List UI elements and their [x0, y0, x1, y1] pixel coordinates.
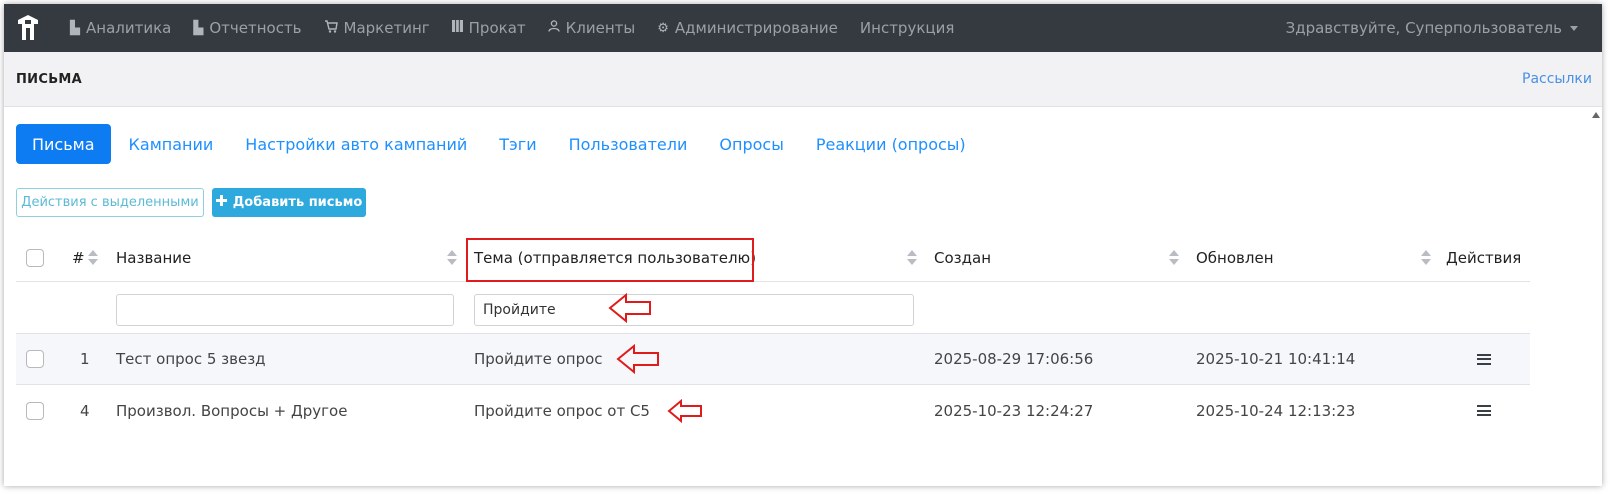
nav-item-instructions[interactable]: Инструкция — [860, 19, 954, 37]
column-header-created[interactable]: Создан — [934, 234, 991, 281]
table-row[interactable]: 4 Произвол. Вопросы + Другое Пройдите оп… — [16, 385, 1530, 436]
top-navbar: ▙ Аналитика ▙ Отчетность Маркетинг Прока… — [4, 4, 1602, 52]
nav-item-label: Отчетность — [209, 19, 302, 37]
row-subject: Пройдите опрос — [474, 350, 603, 368]
tab-survey-reactions[interactable]: Реакции (опросы) — [800, 124, 982, 164]
nav-item-label: Маркетинг — [343, 19, 430, 37]
nav-item-administration[interactable]: ⚙ Администрирование — [657, 19, 838, 37]
row-checkbox-cell — [26, 334, 44, 384]
bulk-actions-button[interactable]: Действия с выделенными — [16, 188, 204, 217]
row-subject: Пройдите опрос от С5 — [474, 401, 650, 420]
plus-icon — [215, 195, 227, 210]
sort-icon[interactable] — [447, 250, 457, 266]
annotation-arrow-icon — [608, 292, 651, 324]
user-greeting: Здравствуйте, Суперпользователь — [1285, 19, 1562, 37]
row-actions-cell — [1477, 385, 1491, 436]
app-window: ▙ Аналитика ▙ Отчетность Маркетинг Прока… — [4, 4, 1602, 486]
user-icon — [547, 20, 560, 36]
column-header-updated[interactable]: Обновлен — [1196, 234, 1274, 281]
row-created: 2025-08-29 17:06:56 — [934, 350, 1094, 368]
list-menu-icon[interactable] — [1477, 353, 1491, 365]
row-updated: 2025-10-21 10:41:14 — [1196, 350, 1356, 368]
page-title: ПИСЬМА — [16, 72, 83, 87]
nav-item-marketing[interactable]: Маркетинг — [324, 19, 430, 37]
bar-chart-icon: ▙ — [70, 20, 80, 36]
sort-icon[interactable] — [1421, 250, 1431, 266]
scroll-up-icon[interactable] — [1592, 112, 1600, 118]
add-letter-button[interactable]: Добавить письмо — [212, 188, 366, 217]
nav-item-label: Клиенты — [565, 19, 636, 37]
annotation-arrow-icon — [667, 398, 702, 424]
tab-surveys[interactable]: Опросы — [703, 124, 799, 164]
sort-icon[interactable] — [88, 250, 98, 266]
nav-item-label: Аналитика — [86, 19, 172, 37]
table-row[interactable]: 1 Тест опрос 5 звезд Пройдите опрос 2025… — [16, 334, 1530, 385]
column-header-id[interactable]: # — [72, 234, 85, 281]
tab-users[interactable]: Пользователи — [553, 124, 704, 164]
row-created: 2025-10-23 12:24:27 — [934, 401, 1094, 420]
cart-icon — [324, 19, 338, 37]
nav-item-clients[interactable]: Клиенты — [547, 19, 636, 37]
nav-item-reports[interactable]: ▙ Отчетность — [193, 19, 301, 37]
tab-auto-campaign-settings[interactable]: Настройки авто кампаний — [229, 124, 483, 164]
annotation-arrow-icon — [616, 343, 659, 375]
row-id: 4 — [80, 401, 90, 420]
sort-icon[interactable] — [1169, 250, 1179, 266]
gears-icon: ⚙ — [657, 20, 669, 36]
tab-tags[interactable]: Тэги — [483, 124, 552, 164]
annotation-highlight-box — [466, 238, 754, 282]
row-checkbox[interactable] — [26, 350, 44, 368]
logo[interactable] — [4, 4, 52, 52]
select-all-cell — [26, 234, 44, 281]
column-header-actions: Действия — [1446, 248, 1522, 267]
grid-icon — [451, 20, 463, 36]
add-letter-label: Добавить письмо — [232, 195, 363, 210]
row-id: 1 — [80, 350, 90, 368]
list-menu-icon[interactable] — [1477, 405, 1491, 416]
subject-filter-input[interactable] — [474, 294, 914, 326]
column-header-name[interactable]: Название — [116, 234, 191, 281]
user-menu[interactable]: Здравствуйте, Суперпользователь — [1286, 4, 1578, 52]
row-actions-cell — [1477, 334, 1491, 384]
row-name: Тест опрос 5 звезд — [116, 350, 266, 368]
sort-icon[interactable] — [907, 250, 917, 266]
nav-item-analytics[interactable]: ▙ Аналитика — [70, 19, 171, 37]
nav-item-label: Администрирование — [674, 19, 838, 37]
row-checkbox-cell — [26, 385, 44, 436]
mailings-link[interactable]: Рассылки — [1522, 71, 1592, 87]
page-header: ПИСЬМА Рассылки — [4, 52, 1602, 107]
bar-chart-icon: ▙ — [193, 20, 204, 36]
row-checkbox[interactable] — [26, 401, 44, 420]
logo-icon — [18, 15, 38, 40]
caret-down-icon — [1570, 25, 1578, 31]
table-header-row: # Название Тема (отправляется пользовате… — [16, 234, 1530, 282]
name-filter-input[interactable] — [116, 294, 454, 326]
filter-row — [16, 282, 1530, 334]
tab-bar: Письма Кампании Настройки авто кампаний … — [16, 124, 982, 164]
nav-item-label: Прокат — [468, 19, 526, 37]
row-name: Произвол. Вопросы + Другое — [116, 401, 348, 420]
nav-item-rental[interactable]: Прокат — [451, 19, 526, 37]
tab-campaigns[interactable]: Кампании — [113, 124, 230, 164]
row-updated: 2025-10-24 12:13:23 — [1196, 401, 1356, 420]
select-all-checkbox[interactable] — [26, 248, 44, 267]
tab-letters[interactable]: Письма — [16, 124, 111, 164]
nav-item-label: Инструкция — [859, 19, 955, 37]
